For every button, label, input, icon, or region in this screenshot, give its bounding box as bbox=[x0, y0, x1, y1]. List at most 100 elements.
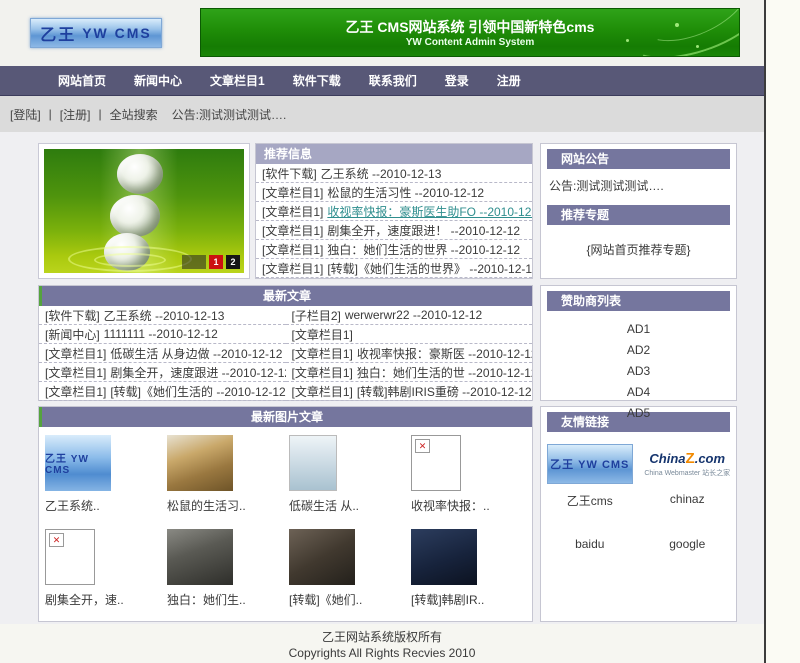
topbar-divider: | bbox=[49, 107, 52, 121]
picture-article[interactable]: ✕ 剧集全开，速.. bbox=[43, 529, 165, 623]
nav-item[interactable]: 文章栏目1 bbox=[210, 72, 265, 89]
pager-button-2[interactable]: 2 bbox=[226, 255, 240, 269]
article-link[interactable]: [转载]《她们生活的 --2010-12-12 bbox=[110, 383, 285, 400]
article-category: [文章栏目1] bbox=[45, 383, 106, 400]
chinaz-logo[interactable]: ChinaZ.com China Webmaster 站长之家 bbox=[644, 444, 730, 484]
friend-link-label[interactable]: 乙王cms bbox=[541, 492, 639, 509]
ywcms-logo[interactable]: 乙王 YW CMS bbox=[547, 444, 633, 484]
article-link[interactable]: 收视率快报：豪斯医生助FO --2010-12-12 bbox=[327, 203, 532, 220]
sponsor-ad-link[interactable]: AD1 bbox=[541, 319, 736, 340]
nav-item[interactable]: 联系我们 bbox=[369, 72, 417, 89]
list-item[interactable]: [文章栏目1] bbox=[286, 325, 533, 344]
friend-link-chinaz[interactable]: ChinaZ.com China Webmaster 站长之家 chinaz bbox=[639, 444, 737, 509]
picture-article[interactable]: ✕ 收视率快报：.. bbox=[409, 435, 531, 529]
login-link[interactable]: [登陆] bbox=[10, 106, 41, 123]
picture-article[interactable]: ✕ 独白：她们生.. bbox=[165, 529, 287, 623]
article-thumbnail[interactable]: ✕ bbox=[167, 529, 233, 585]
sponsor-ad-link[interactable]: AD4 bbox=[541, 382, 736, 403]
recommend-panel-title: 推荐信息 bbox=[256, 144, 532, 164]
nav-item[interactable]: 新闻中心 bbox=[134, 72, 182, 89]
register-link[interactable]: [注册] bbox=[60, 106, 91, 123]
page: 乙王 YW CMS 乙王 CMS网站系统 引领中国新特色cms YW Conte… bbox=[0, 0, 766, 663]
topic-link[interactable]: {网站首页推荐专题} bbox=[541, 225, 736, 258]
friend-link-label[interactable]: google bbox=[669, 537, 705, 551]
list-item[interactable]: [文章栏目1] 松鼠的生活习性 --2010-12-12 bbox=[256, 183, 532, 202]
list-item[interactable]: [文章栏目1] [转载]韩剧IRIS重磅 --2010-12-12 bbox=[286, 382, 533, 401]
article-link[interactable]: 收视率快报：豪斯医 --2010-12-12 bbox=[357, 345, 532, 362]
list-item[interactable]: [文章栏目1] [转载]《她们生活的 --2010-12-12 bbox=[39, 382, 286, 401]
list-item[interactable]: [文章栏目1] 独白：她们生活的世界 --2010-12-12 bbox=[256, 240, 532, 259]
picture-article[interactable]: ✕ [转载]《她们.. bbox=[287, 529, 409, 623]
article-caption[interactable]: 低碳生活 从.. bbox=[289, 497, 409, 514]
user-topbar: [登陆] | [注册] | 全站搜索 公告:测试测试测试…. bbox=[0, 96, 764, 132]
article-caption[interactable]: 独白：她们生.. bbox=[167, 591, 287, 608]
article-caption[interactable]: 剧集全开，速.. bbox=[45, 591, 165, 608]
latest-right-column: [子栏目2] werwerwr22 --2010-12-12 [文章栏目1] [… bbox=[286, 306, 533, 401]
article-thumbnail[interactable]: ✕ 乙王 YW CMS bbox=[45, 435, 111, 491]
list-item[interactable]: [子栏目2] werwerwr22 --2010-12-12 bbox=[286, 306, 533, 325]
article-category: [文章栏目1] bbox=[292, 326, 353, 343]
slider-image[interactable]: 1 2 bbox=[44, 149, 244, 273]
site-logo[interactable]: 乙王 YW CMS bbox=[30, 18, 162, 48]
article-caption[interactable]: 乙王系统.. bbox=[45, 497, 165, 514]
friend-link-google[interactable]: google bbox=[639, 535, 737, 553]
article-link[interactable]: [转载]韩剧IRIS重磅 --2010-12-12 bbox=[357, 383, 532, 400]
picture-article[interactable]: ✕ 低碳生活 从.. bbox=[287, 435, 409, 529]
image-slider[interactable]: 1 2 bbox=[38, 143, 250, 279]
friend-link-label[interactable]: baidu bbox=[575, 537, 604, 551]
list-item[interactable]: [文章栏目1] 剧集全开，速度跟进！ --2010-12-12 bbox=[256, 221, 532, 240]
article-caption[interactable]: [转载]韩剧IR.. bbox=[411, 591, 531, 608]
list-item[interactable]: [文章栏目1] 独白：她们生活的世 --2010-12-12 bbox=[286, 363, 533, 382]
article-link[interactable]: 剧集全开，速度跟进 --2010-12-12 bbox=[110, 364, 285, 381]
nav-item[interactable]: 注册 bbox=[497, 72, 521, 89]
picture-article[interactable]: ✕ 乙王 YW CMS 乙王系统.. bbox=[43, 435, 165, 529]
article-category: [文章栏目1] bbox=[292, 383, 353, 400]
friend-link-ywcms[interactable]: 乙王 YW CMS 乙王cms bbox=[541, 444, 639, 509]
list-item[interactable]: [文章栏目1] 收视率快报：豪斯医生助FO --2010-12-12 bbox=[256, 202, 532, 221]
sponsor-ad-link[interactable]: AD3 bbox=[541, 361, 736, 382]
list-item[interactable]: [软件下载] 乙王系统 --2010-12-13 bbox=[256, 164, 532, 183]
picture-article[interactable]: ✕ 松鼠的生活习.. bbox=[165, 435, 287, 529]
list-item[interactable]: [文章栏目1] [转载]《她们生活的世界》 --2010-12-12 bbox=[256, 259, 532, 278]
list-item[interactable]: [软件下载] 乙王系统 --2010-12-13 bbox=[39, 306, 286, 325]
article-category: [软件下载] bbox=[45, 307, 100, 324]
article-caption[interactable]: 收视率快报：.. bbox=[411, 497, 531, 514]
article-link[interactable]: 乙王系统 --2010-12-13 bbox=[321, 165, 442, 182]
chinaz-logo-subtext: China Webmaster 站长之家 bbox=[644, 468, 730, 478]
article-caption[interactable]: [转载]《她们.. bbox=[289, 591, 409, 608]
article-link[interactable]: 低碳生活 从身边做 --2010-12-12 bbox=[110, 345, 282, 362]
picture-article[interactable]: ✕ [转载]韩剧IR.. bbox=[409, 529, 531, 623]
article-link[interactable]: 乙王系统 --2010-12-13 bbox=[104, 307, 225, 324]
nav-item[interactable]: 登录 bbox=[445, 72, 469, 89]
article-thumbnail[interactable]: ✕ bbox=[289, 435, 337, 491]
friend-link-baidu[interactable]: baidu bbox=[541, 535, 639, 553]
sponsors-panel: 赞助商列表 AD1 AD2 AD3 AD4 AD5 bbox=[540, 285, 737, 401]
pager-strip bbox=[182, 255, 206, 269]
article-link[interactable]: werwerwr22 --2010-12-12 bbox=[345, 308, 482, 322]
article-link[interactable]: 松鼠的生活习性 --2010-12-12 bbox=[327, 184, 484, 201]
globe-graphic bbox=[110, 195, 160, 237]
article-link[interactable]: 独白：她们生活的世界 --2010-12-12 bbox=[327, 241, 520, 258]
article-link[interactable]: 1111111 --2010-12-12 bbox=[104, 327, 218, 341]
article-link[interactable]: 独白：她们生活的世 --2010-12-12 bbox=[357, 364, 532, 381]
list-item[interactable]: [文章栏目1] 剧集全开，速度跟进 --2010-12-12 bbox=[39, 363, 286, 382]
nav-item[interactable]: 软件下载 bbox=[293, 72, 341, 89]
sponsor-ad-link[interactable]: AD2 bbox=[541, 340, 736, 361]
pager-button-1[interactable]: 1 bbox=[209, 255, 223, 269]
article-link[interactable]: 剧集全开，速度跟进！ --2010-12-12 bbox=[327, 222, 520, 239]
nav-item[interactable]: 网站首页 bbox=[58, 72, 106, 89]
article-thumbnail[interactable]: ✕ bbox=[411, 529, 477, 585]
article-thumbnail[interactable]: ✕ bbox=[45, 529, 95, 585]
site-search-link[interactable]: 全站搜索 bbox=[110, 106, 158, 123]
article-thumbnail[interactable]: ✕ bbox=[289, 529, 355, 585]
article-thumbnail[interactable]: ✕ bbox=[411, 435, 461, 491]
article-link[interactable]: [转载]《她们生活的世界》 --2010-12-12 bbox=[327, 260, 532, 277]
article-thumbnail[interactable]: ✕ bbox=[167, 435, 233, 491]
friend-link-label[interactable]: chinaz bbox=[639, 492, 737, 506]
list-item[interactable]: [新闻中心] 1111111 --2010-12-12 bbox=[39, 325, 286, 344]
list-item[interactable]: [文章栏目1] 低碳生活 从身边做 --2010-12-12 bbox=[39, 344, 286, 363]
article-caption[interactable]: 松鼠的生活习.. bbox=[167, 497, 287, 514]
friend-links-grid: 乙王 YW CMS 乙王cms ChinaZ.com China Webmast… bbox=[541, 432, 736, 553]
list-item[interactable]: [文章栏目1] 收视率快报：豪斯医 --2010-12-12 bbox=[286, 344, 533, 363]
article-category: [文章栏目1] bbox=[262, 260, 323, 277]
